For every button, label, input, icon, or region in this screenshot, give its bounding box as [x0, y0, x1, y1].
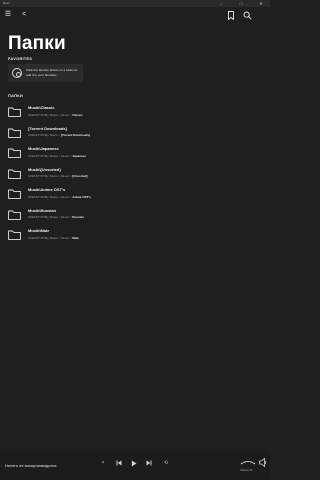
folder-item-male[interactable]: Musik\Male \\DESKTOP\My Share > Music > … — [8, 226, 258, 247]
speaker-icon[interactable] — [259, 457, 267, 468]
search-icon[interactable] — [242, 10, 252, 20]
bookmark-icon[interactable] — [226, 10, 236, 21]
play-icon[interactable] — [130, 459, 138, 467]
repeat-icon[interactable]: ⟲ — [162, 459, 170, 467]
back-arrow-icon[interactable]: < — [19, 10, 29, 20]
folder-item-classic[interactable]: Musik\Classic \\DESKTOP\My Share > Music… — [8, 103, 258, 124]
folder-name: Musik\Male — [28, 228, 50, 233]
folder-icon — [8, 148, 21, 158]
minimize-icon[interactable]: – — [214, 0, 228, 7]
folder-name: Musik\Anime OST's — [28, 187, 66, 192]
folder-path: \\DESKTOP\My Share > Music > Russian — [28, 215, 84, 219]
folder-item-torrent-downloads[interactable]: [Torrent Downloads] \\DESKTOP\My Share >… — [8, 124, 258, 145]
folder-path: \\DESKTOP\My Share > [Torrent Downloads] — [28, 133, 91, 137]
previous-track-icon[interactable] — [115, 459, 123, 467]
shuffle-icon[interactable]: × — [99, 459, 107, 467]
app-topbar: ☰ < — [0, 7, 270, 23]
folder-item-japanese[interactable]: Musik\Japanese \\DESKTOP\My Share > Musi… — [8, 144, 258, 165]
window-title: Boxx — [3, 1, 10, 5]
folder-path: \\DESKTOP\My Share > Music > Classic — [28, 112, 83, 117]
folder-icon — [8, 230, 21, 240]
folder-name: Musik\Japanese — [28, 146, 59, 151]
folder-path: \\DESKTOP\My Share > Music > Male — [28, 235, 79, 240]
page-title: Папки — [8, 33, 66, 54]
maximize-icon[interactable]: □ — [234, 0, 248, 7]
folder-path: \\DESKTOP\My Share > Music > Japanese — [28, 153, 86, 158]
folders-section-label: ПАПКИ — [8, 93, 23, 98]
folder-icon — [8, 210, 21, 220]
volume-value: Volume 94 — [240, 469, 253, 472]
folder-name: [Torrent Downloads] — [28, 125, 67, 131]
folder-list: Musik\Classic \\DESKTOP\My Share > Music… — [8, 103, 258, 247]
folder-icon — [8, 107, 21, 117]
folder-icon — [8, 189, 21, 199]
folder-name: Musik\[Unsorted] — [28, 166, 61, 172]
folder-name: Musik\Classic — [28, 105, 55, 110]
window-titlebar: Boxx – □ ✕ — [0, 0, 270, 7]
hamburger-menu-icon[interactable]: ☰ — [3, 10, 13, 20]
favorite-target-icon — [12, 68, 22, 78]
folder-icon — [8, 128, 21, 138]
close-icon[interactable]: ✕ — [254, 0, 268, 7]
folder-path: \\DESKTOP\My Share > Music > Anime OST's — [28, 194, 91, 199]
favorites-hint-text: Click the favorite button on a folder to… — [26, 68, 78, 77]
folder-item-unsorted[interactable]: Musik\[Unsorted] \\DESKTOP\My Share > Mu… — [8, 165, 258, 186]
volume-slider[interactable] — [240, 458, 256, 466]
player-bar: Ничего не воспроизводится × ⟲ Volume 94 — [0, 452, 270, 480]
next-track-icon[interactable] — [145, 459, 153, 467]
playback-status: Ничего не воспроизводится — [5, 463, 57, 468]
favorites-section-label: FAVORITES — [8, 56, 33, 61]
folder-name: Musik\Russian — [28, 207, 57, 213]
folder-item-russian[interactable]: Musik\Russian \\DESKTOP\My Share > Music… — [8, 206, 258, 227]
folder-item-anime-osts[interactable]: Musik\Anime OST's \\DESKTOP\My Share > M… — [8, 185, 258, 206]
folder-path: \\DESKTOP\My Share > Music > [Unsorted] — [28, 174, 88, 178]
favorites-hint-card: Click the favorite button on a folder to… — [8, 64, 83, 82]
folder-icon — [8, 169, 21, 179]
